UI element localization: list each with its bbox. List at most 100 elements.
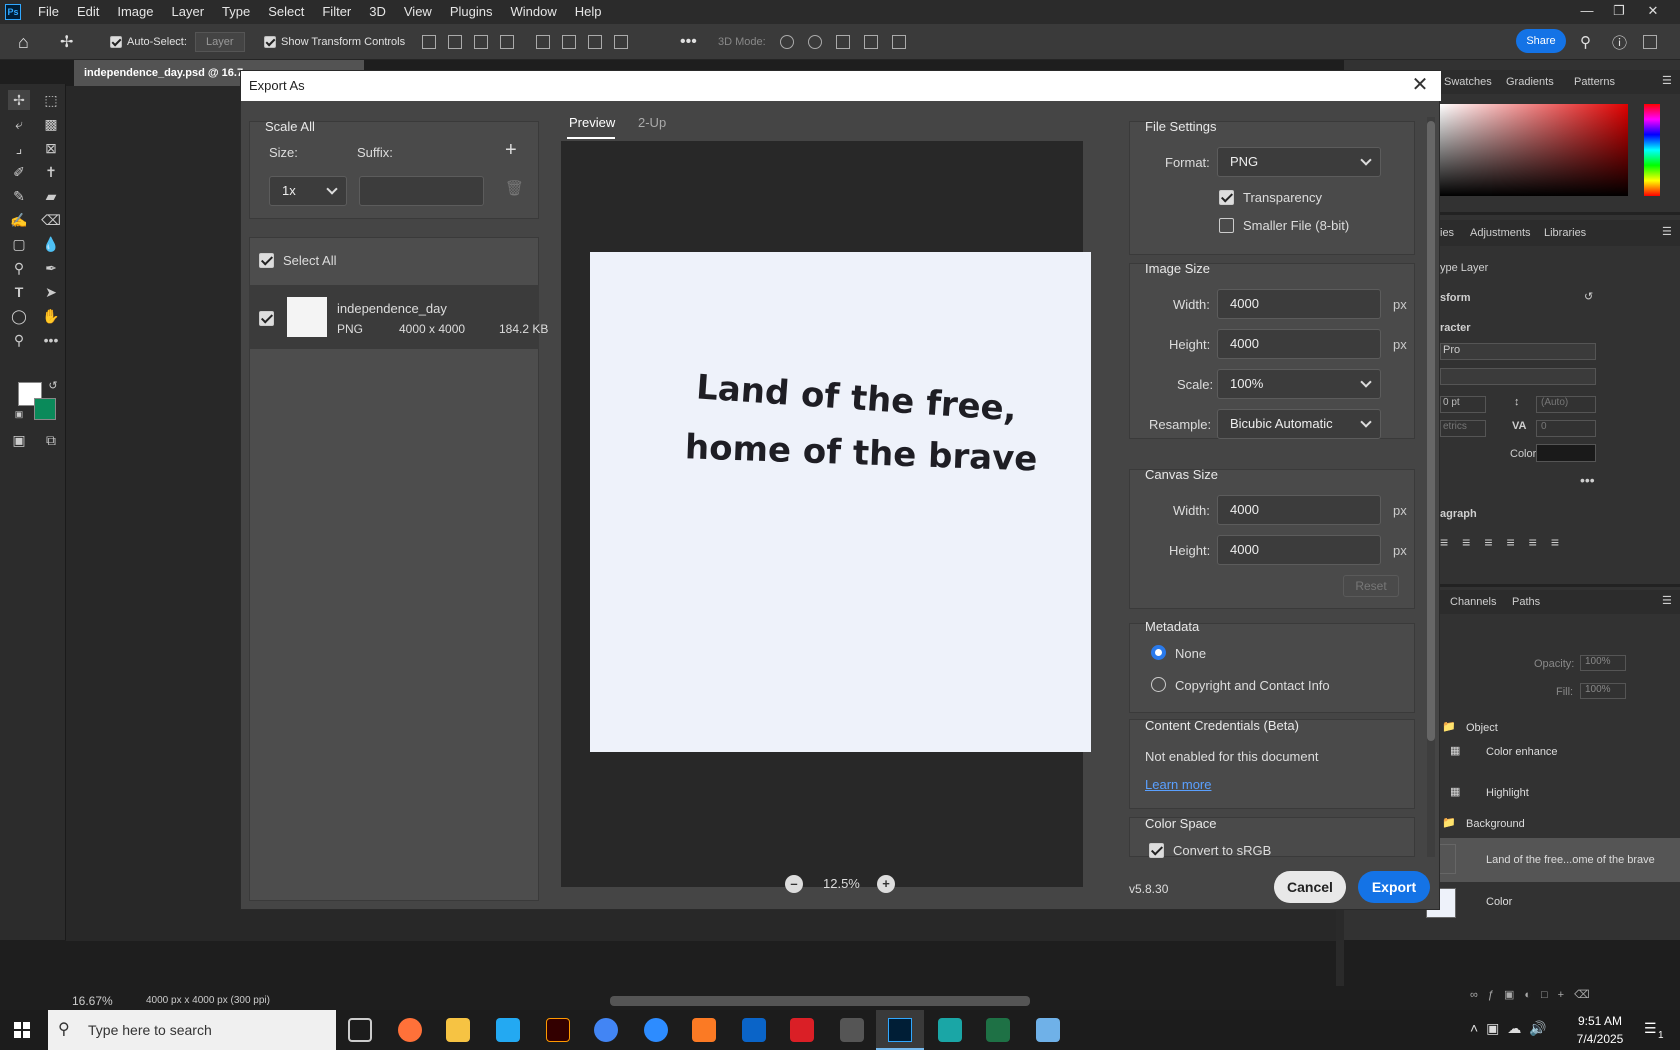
menu-select[interactable]: Select	[259, 0, 313, 24]
settings-scrollbar[interactable]	[1427, 117, 1435, 857]
pen-tool-icon[interactable]: ✒	[40, 258, 62, 278]
tab-properties[interactable]: ies	[1440, 227, 1454, 239]
tab-libraries[interactable]: Libraries	[1544, 227, 1586, 239]
move-tool-icon[interactable]: ✢	[60, 24, 73, 60]
layer-highlight[interactable]: ▦ Highlight	[1420, 773, 1680, 813]
align-bottom-icon[interactable]	[588, 35, 602, 49]
menu-image[interactable]: Image	[108, 0, 162, 24]
menu-help[interactable]: Help	[566, 0, 611, 24]
gradient-tool-icon[interactable]: ▢	[8, 234, 30, 254]
distribute-icon[interactable]	[500, 35, 514, 49]
menu-edit[interactable]: Edit	[68, 0, 108, 24]
resample-dropdown[interactable]: Bicubic Automatic	[1217, 409, 1381, 439]
windows-start-icon[interactable]	[14, 1022, 30, 1038]
frame-tool-icon[interactable]: ⊠	[40, 138, 62, 158]
task-view-icon[interactable]	[348, 1018, 372, 1042]
more-options-icon[interactable]: •••	[1580, 472, 1595, 488]
convert-srgb-checkbox[interactable]	[1149, 843, 1164, 858]
move-tool-icon[interactable]: ✢	[8, 90, 30, 110]
show-transform-checkbox[interactable]	[264, 36, 276, 48]
system-tray-icons[interactable]: ˄▣☁🔊	[1470, 1020, 1555, 1037]
notification-icon[interactable]: ☰	[1644, 1020, 1657, 1037]
layer-text-selected[interactable]: Land of the free...ome of the brave	[1420, 838, 1680, 882]
size-dropdown[interactable]: 1x	[269, 176, 347, 206]
more-options-icon[interactable]: •••	[680, 24, 697, 60]
workspace-icon[interactable]	[1643, 24, 1657, 60]
select-all-checkbox[interactable]	[259, 253, 274, 268]
healing-brush-icon[interactable]: ✝	[40, 162, 62, 182]
kerning-field[interactable]: etrics	[1440, 420, 1486, 437]
fill-field[interactable]: 100%	[1580, 683, 1626, 699]
type-tool-icon[interactable]: T	[8, 282, 30, 302]
zoom-app-icon[interactable]	[644, 1018, 668, 1042]
taskbar-search-box[interactable]: ⚲ Type here to search	[48, 1010, 336, 1050]
leading-field[interactable]: (Auto)	[1536, 396, 1596, 413]
vscode-icon[interactable]	[496, 1018, 520, 1042]
close-dialog-icon[interactable]: ✕	[1409, 74, 1431, 96]
zoom-out-icon[interactable]: –	[785, 875, 803, 893]
menu-type[interactable]: Type	[213, 0, 259, 24]
stamp-tool-icon[interactable]: ▰	[40, 186, 62, 206]
background-color-swatch[interactable]	[34, 398, 56, 420]
menu-view[interactable]: View	[395, 0, 441, 24]
smaller-file-checkbox[interactable]	[1219, 218, 1234, 233]
roll-icon[interactable]	[808, 35, 822, 49]
tab-patterns[interactable]: Patterns	[1574, 76, 1615, 88]
lasso-tool-icon[interactable]: ⤶	[8, 114, 30, 134]
brush-tool-icon[interactable]: ✎	[8, 186, 30, 206]
home-icon[interactable]: ⌂	[18, 24, 29, 60]
eyedropper-icon[interactable]: ✐	[8, 162, 30, 182]
swap-colors-icon[interactable]: ↺	[42, 376, 64, 396]
align-middle-icon[interactable]	[562, 35, 576, 49]
learn-more-link[interactable]: Learn more	[1145, 777, 1211, 792]
color-picker-field[interactable]	[1440, 104, 1628, 196]
camera-icon[interactable]	[892, 35, 906, 49]
restore-icon[interactable]: ❐	[1604, 0, 1634, 24]
auto-select-option[interactable]: Auto-Select:	[110, 24, 187, 60]
image-width-input[interactable]: 4000	[1217, 289, 1381, 319]
menu-layer[interactable]: Layer	[163, 0, 214, 24]
menu-3d[interactable]: 3D	[360, 0, 395, 24]
show-transform-option[interactable]: Show Transform Controls	[264, 24, 405, 60]
firefox-icon[interactable]	[398, 1018, 422, 1042]
tab-preview[interactable]: Preview	[569, 115, 615, 130]
align-center-icon[interactable]	[448, 35, 462, 49]
help-icon[interactable]: ⓘ	[1612, 24, 1627, 60]
add-scale-icon[interactable]: +	[505, 139, 517, 162]
screen-mode-icon[interactable]: ⧉	[40, 430, 62, 450]
crop-tool-icon[interactable]: ⌟	[8, 138, 30, 158]
tracking-field[interactable]: 0	[1536, 420, 1596, 437]
ellipse-tool-icon[interactable]: ◯	[8, 306, 30, 326]
opacity-field[interactable]: 100%	[1580, 655, 1626, 671]
xampp-icon[interactable]	[692, 1018, 716, 1042]
metadata-none-radio[interactable]	[1151, 645, 1166, 660]
trash-icon[interactable]: 🗑	[505, 179, 524, 197]
default-colors-icon[interactable]: ▣	[8, 404, 30, 424]
zoom-tool-icon[interactable]: ⚲	[8, 330, 30, 350]
photoshop-taskbar-button[interactable]	[876, 1010, 924, 1050]
blur-tool-icon[interactable]: 💧	[40, 234, 62, 254]
tab-gradients[interactable]: Gradients	[1506, 76, 1554, 88]
minimize-icon[interactable]: —	[1572, 0, 1602, 24]
font-size-field[interactable]: 0 pt	[1440, 396, 1486, 413]
layer-action-icons[interactable]: ∞ƒ▣◐□+⌫	[1470, 988, 1670, 1004]
file-explorer-icon[interactable]	[446, 1018, 470, 1042]
export-button[interactable]: Export	[1358, 871, 1430, 903]
canvas-height-input[interactable]: 4000	[1217, 535, 1381, 565]
excel-icon[interactable]	[986, 1018, 1010, 1042]
font-style-dropdown[interactable]	[1440, 368, 1596, 385]
align-right-icon[interactable]	[474, 35, 488, 49]
transform-section[interactable]: sform	[1440, 292, 1471, 304]
pen-app-icon[interactable]	[840, 1018, 864, 1042]
layer-color[interactable]: Color	[1420, 882, 1680, 922]
hue-slider[interactable]	[1644, 104, 1660, 196]
horizontal-scrollbar[interactable]	[610, 996, 1030, 1006]
orbit-icon[interactable]	[780, 35, 794, 49]
layer-group-background[interactable]: 📁 Background	[1420, 808, 1680, 838]
format-dropdown[interactable]: PNG	[1217, 147, 1381, 177]
suffix-input[interactable]	[359, 176, 484, 206]
tab-swatches[interactable]: Swatches	[1444, 76, 1492, 88]
menu-plugins[interactable]: Plugins	[441, 0, 502, 24]
more-tools-icon[interactable]: •••	[40, 330, 62, 350]
creative-cloud-icon[interactable]	[790, 1018, 814, 1042]
